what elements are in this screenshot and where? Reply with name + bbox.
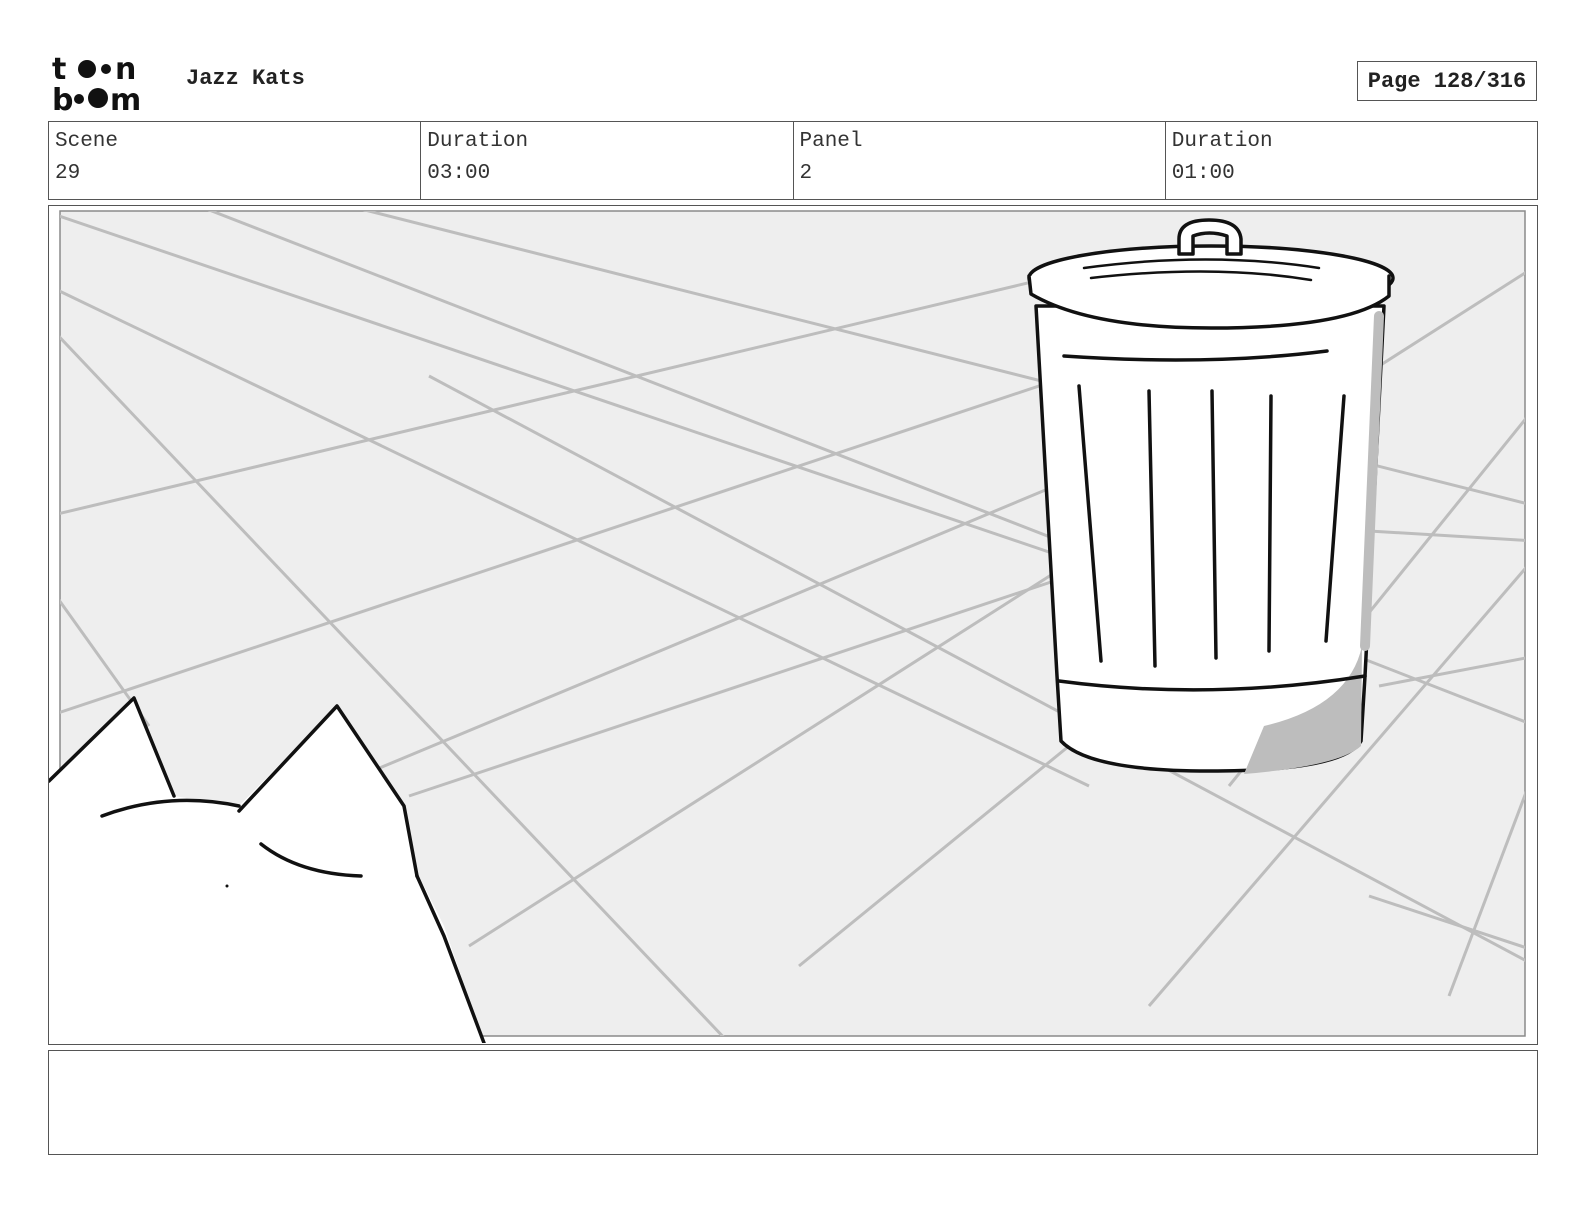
panel-notes bbox=[48, 1050, 1538, 1155]
panel-duration-cell: Duration 01:00 bbox=[1164, 122, 1537, 199]
scene-duration-value: 03:00 bbox=[427, 162, 491, 185]
panel-drawing bbox=[49, 206, 1536, 1043]
panel-value: 2 bbox=[799, 162, 813, 185]
svg-text:n: n bbox=[115, 52, 136, 87]
scene-value: 29 bbox=[55, 162, 81, 185]
panel-duration-label: Duration bbox=[1171, 130, 1273, 153]
svg-text:t: t bbox=[52, 52, 66, 87]
scene-duration-label: Duration bbox=[427, 130, 529, 153]
project-title: Jazz Kats bbox=[186, 66, 305, 91]
trash-can-icon bbox=[1027, 218, 1395, 774]
scene-info-table: Scene 29 Duration 03:00 Panel 2 Duration… bbox=[48, 121, 1538, 200]
storyboard-panel bbox=[48, 205, 1538, 1045]
toon-boom-logo: t n b m bbox=[52, 52, 141, 112]
scene-duration-cell: Duration 03:00 bbox=[420, 122, 792, 199]
page-number: Page 128/316 bbox=[1357, 61, 1537, 101]
panel-duration-value: 01:00 bbox=[1171, 162, 1235, 185]
svg-text:m: m bbox=[110, 83, 141, 112]
panel-cell: Panel 2 bbox=[792, 122, 1165, 199]
panel-label: Panel bbox=[799, 130, 863, 153]
scene-label: Scene bbox=[55, 130, 119, 153]
scene-cell: Scene 29 bbox=[49, 122, 420, 199]
svg-text:b: b bbox=[52, 83, 73, 112]
